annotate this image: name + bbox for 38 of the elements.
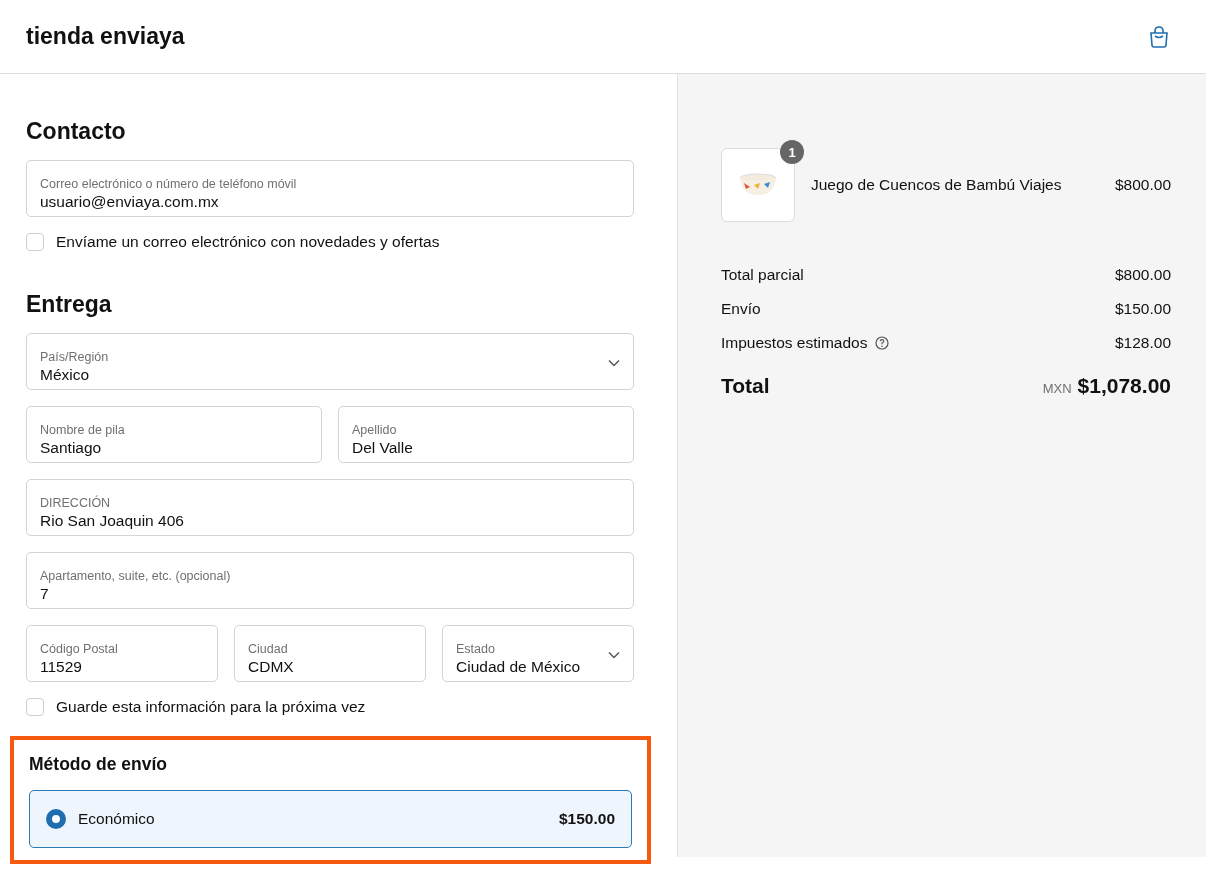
section-title: Entrega (26, 291, 113, 318)
input-field[interactable]: Apellido Del Valle (338, 406, 634, 463)
select-field[interactable]: País/Región México (26, 333, 634, 390)
product-price: $800.00 (1114, 176, 1171, 194)
select-field[interactable]: Estado Ciudad de México (442, 625, 634, 682)
checkbox[interactable] (26, 698, 44, 716)
bowl-drawing (738, 173, 778, 197)
shopping-bag-icon[interactable] (1148, 24, 1170, 49)
help-icon[interactable] (875, 336, 890, 350)
checkbox-label: Guarde esta información para la próxima vez (56, 698, 366, 716)
chevron-down-icon (608, 650, 620, 659)
shipping-option[interactable]: Económico $150.00 (29, 790, 632, 848)
input-field[interactable]: Código Postal 11529 (26, 625, 218, 682)
summary-value: $128.00 (1114, 334, 1171, 352)
section-title: Contacto (26, 118, 127, 145)
currency-code: MXN (1042, 381, 1072, 396)
input-field[interactable]: Ciudad CDMX (234, 625, 426, 682)
summary-label: Impuestos estimados (721, 334, 868, 352)
total-label: Total (721, 374, 770, 398)
summary-label: Total parcial (721, 266, 804, 284)
option-price: $150.00 (558, 810, 615, 828)
store-name: tienda enviaya (26, 23, 185, 50)
chevron-down-icon (608, 358, 620, 367)
option-label: Económico (78, 810, 155, 828)
input-field[interactable]: DIRECCIÓN Rio San Joaquin 406 (26, 479, 634, 536)
input-field[interactable]: Apartamento, suite, etc. (opcional) 7 (26, 552, 634, 609)
quantity-badge: 1 (780, 140, 804, 164)
summary-label: Envío (721, 300, 761, 318)
section-title: Método de envío (29, 754, 169, 775)
checkbox-label: Envíame un correo electrónico con novedades y ofertas (56, 233, 440, 251)
radio-button[interactable] (46, 809, 66, 829)
summary-value: $150.00 (1114, 300, 1171, 318)
checkbox[interactable] (26, 233, 44, 251)
product-name: Juego de Cuencos de Bambú Viajes (811, 176, 1063, 194)
input-field[interactable]: Correo electrónico o número de teléfono móvil usuario@enviaya.com.mx (26, 160, 634, 217)
total-value: $1,078.00 (1077, 374, 1171, 397)
summary-value: $800.00 (1114, 266, 1171, 284)
input-field[interactable]: Nombre de pila Santiago (26, 406, 322, 463)
